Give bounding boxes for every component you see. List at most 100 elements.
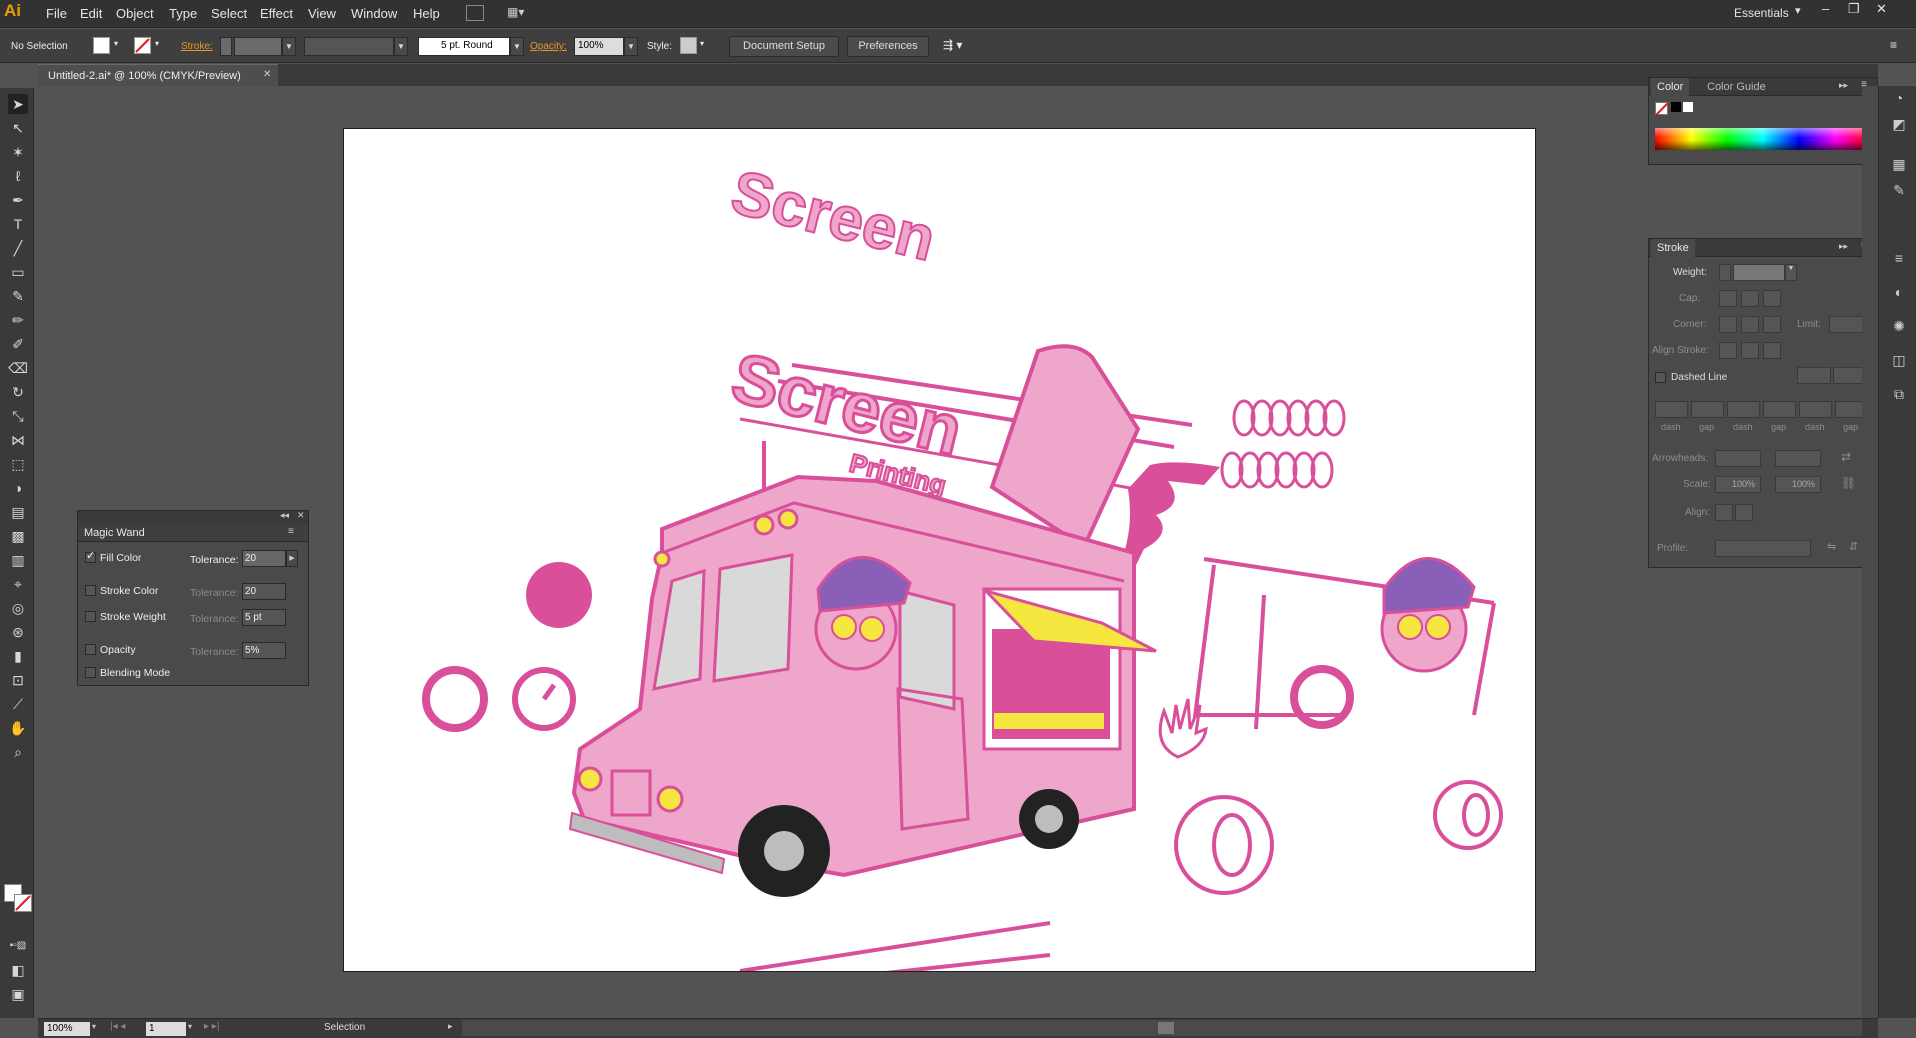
direct-selection-tool-icon[interactable]: ↖ [8, 118, 28, 138]
style-dropdown-icon[interactable]: ▾ [700, 39, 704, 48]
slice-tool-icon[interactable]: ⟋ [8, 694, 28, 714]
link-scale-icon[interactable]: ⛓ [1841, 476, 1856, 490]
width-tool-icon[interactable]: ⋈ [8, 430, 28, 450]
color-panel-icon[interactable]: ◔ [1889, 90, 1909, 110]
color-modes-icon[interactable]: ▪▫▨ [8, 936, 28, 956]
start-scale-field[interactable]: 100% [1715, 476, 1761, 493]
free-transform-tool-icon[interactable]: ⬚ [8, 454, 28, 474]
stroke-dropdown-icon[interactable]: ▾ [155, 39, 159, 48]
end-arrowhead-select[interactable] [1775, 450, 1821, 467]
close-panel-icon[interactable]: ✕ [297, 510, 305, 521]
end-scale-field[interactable]: 100% [1775, 476, 1821, 493]
brushes-icon[interactable]: ✎ [1889, 182, 1909, 202]
workspace-switcher[interactable]: Essentials [1734, 6, 1789, 20]
symbol-sprayer-tool-icon[interactable]: ⊛ [8, 622, 28, 642]
zoom-field[interactable]: 100% [44, 1022, 90, 1036]
graph-tool-icon[interactable]: ▮ [8, 646, 28, 666]
round-cap-icon[interactable] [1741, 290, 1759, 307]
fill-tolerance-field[interactable]: 20 [242, 550, 286, 567]
scale-tool-icon[interactable]: ⤡ [8, 406, 28, 426]
brush-definition[interactable]: 5 pt. Round [418, 37, 510, 56]
tab-stroke[interactable]: Stroke [1651, 239, 1695, 257]
minimize-icon[interactable]: – [1822, 1, 1829, 16]
dash-field[interactable] [1799, 401, 1832, 418]
mesh-tool-icon[interactable]: ▩ [8, 526, 28, 546]
document-setup-button[interactable]: Document Setup [729, 36, 839, 57]
weight-arrow[interactable]: ▼ [1785, 264, 1797, 281]
opacity-arrow[interactable]: ▼ [624, 37, 638, 56]
white-swatch[interactable] [1683, 102, 1693, 112]
appearance-icon[interactable]: ✺ [1889, 318, 1909, 338]
opacity-checkbox[interactable] [85, 644, 96, 655]
opacity-field[interactable]: 100% [574, 37, 624, 56]
arrange-icon[interactable]: ⇶ ▾ [943, 38, 962, 52]
tab-color[interactable]: Color [1651, 78, 1690, 96]
flip-along-icon[interactable]: ⇋ [1827, 540, 1836, 553]
dashed-line-checkbox[interactable] [1655, 372, 1666, 383]
arrow-tip-place-icon[interactable] [1735, 504, 1753, 521]
blending-mode-checkbox[interactable] [85, 667, 96, 678]
blend-tool-icon[interactable]: ◎ [8, 598, 28, 618]
swatches-icon[interactable]: ▦ [1889, 156, 1909, 176]
round-join-icon[interactable] [1741, 316, 1759, 333]
stroke-swatch[interactable] [134, 37, 151, 54]
control-panel-menu-icon[interactable]: ≡ [1890, 38, 1897, 52]
workspace-chevron-icon[interactable]: ▾ [1795, 4, 1801, 17]
drawing-modes-icon[interactable]: ◧ [8, 960, 28, 980]
selection-tool-icon[interactable]: ➤ [8, 94, 28, 114]
horizontal-scrollbar[interactable] [462, 1020, 1862, 1036]
screen-mode-icon[interactable]: ▣ [8, 984, 28, 1004]
butt-cap-icon[interactable] [1719, 290, 1737, 307]
panel-header-bar[interactable]: ◂◂ ✕ [78, 510, 308, 524]
document-tab[interactable]: Untitled-2.ai* @ 100% (CMYK/Preview) ✕ [38, 64, 278, 86]
profile-arrow[interactable]: ▼ [394, 37, 408, 56]
line-tool-icon[interactable]: ╱ [8, 238, 28, 258]
graphic-style-swatch[interactable] [680, 37, 697, 54]
menu-view[interactable]: View [308, 6, 336, 21]
artboard-tool-icon[interactable]: ⊡ [8, 670, 28, 690]
preferences-button[interactable]: Preferences [847, 36, 929, 57]
profile-select[interactable] [1715, 540, 1811, 557]
black-swatch[interactable] [1671, 102, 1681, 112]
stroke-color-box[interactable] [14, 894, 32, 912]
blob-brush-tool-icon[interactable]: ✐ [8, 334, 28, 354]
panel-menu-icon[interactable]: ≡ [288, 526, 294, 537]
weight-stepper[interactable] [1719, 264, 1731, 281]
last-artboard-icon[interactable]: ▸ ▸| [204, 1021, 219, 1032]
maximize-icon[interactable]: ❐ [1848, 1, 1860, 17]
tolerance-arrow-icon[interactable]: ▶ [286, 550, 298, 567]
stroke-label[interactable]: Stroke: [181, 41, 213, 52]
type-tool-icon[interactable]: T [8, 214, 28, 234]
menu-help[interactable]: Help [413, 6, 440, 21]
color-guide-icon[interactable]: ◩ [1889, 116, 1909, 136]
bridge-icon[interactable] [466, 5, 484, 21]
menu-edit[interactable]: Edit [80, 6, 102, 21]
fill-color-checkbox[interactable]: ✓ [85, 550, 96, 563]
arrange-documents-icon[interactable]: ▦▾ [507, 5, 531, 21]
arrow-tip-extend-icon[interactable] [1715, 504, 1733, 521]
zoom-tool-icon[interactable]: ⌕ [8, 742, 28, 762]
first-artboard-icon[interactable]: |◂ ◂ [110, 1021, 125, 1032]
shape-builder-tool-icon[interactable]: ◑ [8, 478, 28, 498]
start-arrowhead-select[interactable] [1715, 450, 1761, 467]
menu-select[interactable]: Select [211, 6, 247, 21]
menu-window[interactable]: Window [351, 6, 397, 21]
hand-tool-icon[interactable]: ✋ [8, 718, 28, 738]
eraser-tool-icon[interactable]: ⌫ [8, 358, 28, 378]
gap-field[interactable] [1763, 401, 1796, 418]
limit-field[interactable] [1829, 316, 1865, 333]
variable-width-profile[interactable] [304, 37, 394, 56]
bevel-join-icon[interactable] [1763, 316, 1781, 333]
artboard-number-field[interactable]: 1 [146, 1022, 186, 1036]
collapse-icon[interactable]: ▸▸ [1839, 80, 1848, 91]
opacity-label[interactable]: Opacity: [530, 41, 567, 52]
flip-across-icon[interactable]: ⇵ [1849, 540, 1858, 553]
stroke-stepper[interactable] [220, 37, 232, 56]
fill-dropdown-icon[interactable]: ▾ [114, 39, 118, 48]
pencil-tool-icon[interactable]: ✏ [8, 310, 28, 330]
rotate-tool-icon[interactable]: ↻ [8, 382, 28, 402]
status-menu-icon[interactable]: ▸ [448, 1021, 453, 1032]
perspective-grid-tool-icon[interactable]: ▤ [8, 502, 28, 522]
artboard[interactable]: Screen Screen Printing [343, 128, 1536, 991]
dash-field[interactable] [1655, 401, 1688, 418]
